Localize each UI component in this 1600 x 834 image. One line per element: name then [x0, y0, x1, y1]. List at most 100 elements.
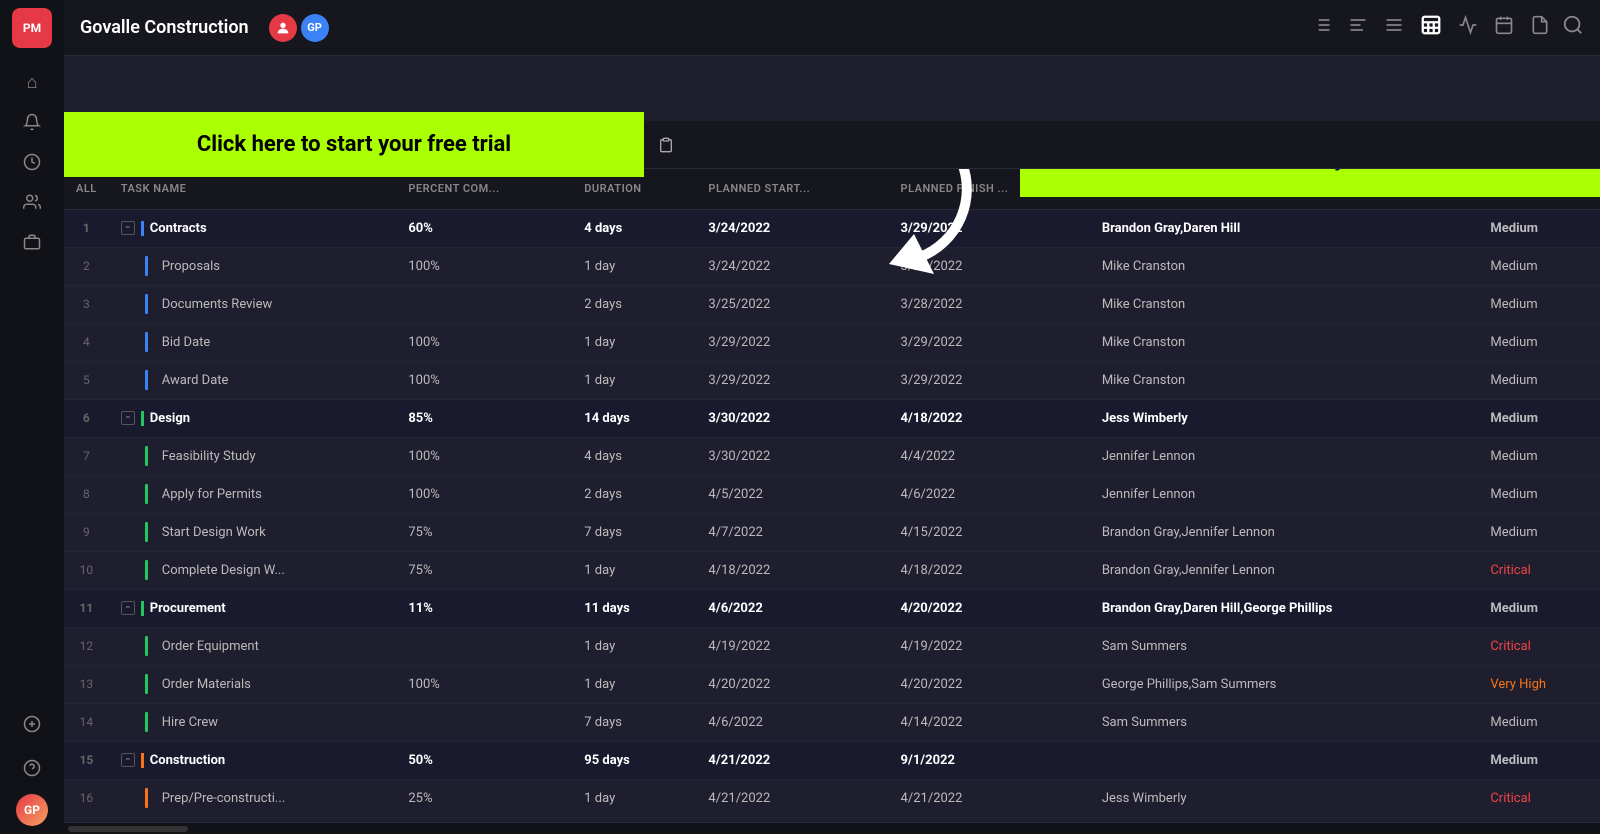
task-priority: Medium [1478, 703, 1600, 741]
table-row[interactable]: 15 − Construction 50% 95 days 4/21/2022 … [64, 741, 1600, 779]
group-toggle[interactable]: − [121, 601, 135, 615]
task-name-cell[interactable]: − Construction [109, 741, 397, 779]
task-percent: 100% [396, 437, 572, 475]
table-row[interactable]: 4 Bid Date 100% 1 day 3/29/2022 3/29/202… [64, 323, 1600, 361]
task-finish: 4/15/2022 [889, 513, 1090, 551]
task-priority: Critical [1478, 627, 1600, 665]
sidebar-item-notifications[interactable] [14, 104, 50, 140]
task-duration: 7 days [572, 513, 696, 551]
task-name: Construction [141, 753, 226, 768]
task-finish: 4/20/2022 [889, 589, 1090, 627]
task-assigned: Sam Summers [1090, 627, 1479, 665]
task-name-cell[interactable]: Proposals [109, 247, 397, 285]
task-name-cell[interactable]: − Design [109, 399, 397, 437]
task-finish: 3/29/2022 [889, 323, 1090, 361]
task-name-cell[interactable]: Award Date [109, 361, 397, 399]
app-logo[interactable]: PM [12, 8, 52, 48]
task-name-cell[interactable]: Start Design Work [109, 513, 397, 551]
task-name-cell[interactable]: Hire Crew [109, 703, 397, 741]
horizontal-scrollbar[interactable] [64, 822, 1600, 834]
task-name-cell[interactable]: Feasibility Study [109, 437, 397, 475]
pulse-view-icon[interactable] [1458, 15, 1478, 40]
sidebar-item-time[interactable] [14, 144, 50, 180]
task-name-cell[interactable]: − Contracts [109, 209, 397, 247]
row-id: 13 [64, 665, 109, 703]
task-name: Documents Review [162, 297, 273, 312]
table-row[interactable]: 13 Order Materials 100% 1 day 4/20/2022 … [64, 665, 1600, 703]
doc-view-icon[interactable] [1530, 15, 1550, 40]
task-start: 3/29/2022 [696, 323, 888, 361]
table-row[interactable]: 7 Feasibility Study 100% 4 days 3/30/202… [64, 437, 1600, 475]
task-start: 4/6/2022 [696, 703, 888, 741]
list-view-icon[interactable] [1312, 15, 1332, 40]
task-name-cell[interactable]: Apply for Permits [109, 475, 397, 513]
filter-view-icon[interactable] [1384, 15, 1404, 40]
sidebar-item-help[interactable] [14, 750, 50, 786]
trial-banner-overlay[interactable]: Click here to start your free trial [1020, 169, 1600, 197]
task-start: 4/19/2022 [696, 627, 888, 665]
group-toggle[interactable]: − [121, 221, 135, 235]
table-row[interactable]: 3 Documents Review 2 days 3/25/2022 3/28… [64, 285, 1600, 323]
task-duration: 1 day [572, 779, 696, 817]
group-toggle[interactable]: − [121, 753, 135, 767]
paste-button[interactable] [651, 130, 681, 160]
sidebar-item-users[interactable] [14, 184, 50, 220]
task-color-bar [145, 484, 148, 504]
task-finish: 4/18/2022 [889, 399, 1090, 437]
task-assigned: Mike Cranston [1090, 323, 1479, 361]
row-id: 14 [64, 703, 109, 741]
gantt-view-icon[interactable] [1348, 15, 1368, 40]
table-row[interactable]: 14 Hire Crew 7 days 4/6/2022 4/14/2022 S… [64, 703, 1600, 741]
row-id: 15 [64, 741, 109, 779]
table-view-icon[interactable] [1420, 14, 1442, 41]
task-start: 3/29/2022 [696, 361, 888, 399]
table-row[interactable]: 10 Complete Design W... 75% 1 day 4/18/2… [64, 551, 1600, 589]
task-finish: 4/4/2022 [889, 437, 1090, 475]
task-name: Order Materials [162, 677, 251, 692]
table-row[interactable]: 8 Apply for Permits 100% 2 days 4/5/2022… [64, 475, 1600, 513]
task-name-cell[interactable]: Order Materials [109, 665, 397, 703]
sidebar-item-add[interactable] [14, 706, 50, 742]
task-start: 3/30/2022 [696, 437, 888, 475]
task-duration: 2 days [572, 475, 696, 513]
avatar-1[interactable] [269, 14, 297, 42]
task-finish: 4/19/2022 [889, 627, 1090, 665]
table-row[interactable]: 12 Order Equipment 1 day 4/19/2022 4/19/… [64, 627, 1600, 665]
task-percent [396, 285, 572, 323]
table-row[interactable]: 16 Prep/Pre-constructi... 25% 1 day 4/21… [64, 779, 1600, 817]
row-id: 6 [64, 399, 109, 437]
task-table: ALL TASK NAME PERCENT COM... DURATION PL… [64, 169, 1600, 822]
trial-banner[interactable]: Click here to start your free trial [64, 112, 644, 177]
group-toggle[interactable]: − [121, 411, 135, 425]
table-row[interactable]: 2 Proposals 100% 1 day 3/24/2022 3/24/20… [64, 247, 1600, 285]
task-name: Complete Design W... [162, 563, 285, 578]
table-row[interactable]: 11 − Procurement 11% 11 days 4/6/2022 4/… [64, 589, 1600, 627]
task-name-cell[interactable]: − Procurement [109, 589, 397, 627]
task-start: 4/18/2022 [696, 551, 888, 589]
sidebar-item-home[interactable]: ⌂ [14, 64, 50, 100]
task-name-cell[interactable]: Documents Review [109, 285, 397, 323]
table-row[interactable]: 5 Award Date 100% 1 day 3/29/2022 3/29/2… [64, 361, 1600, 399]
user-avatar-bottom[interactable]: GP [16, 794, 48, 826]
row-id: 10 [64, 551, 109, 589]
task-finish: 3/28/2022 [889, 285, 1090, 323]
row-id: 2 [64, 247, 109, 285]
task-name-cell[interactable]: Bid Date [109, 323, 397, 361]
table-row[interactable]: 6 − Design 85% 14 days 3/30/2022 4/18/20… [64, 399, 1600, 437]
task-color-bar [145, 446, 148, 466]
task-name-cell[interactable]: Complete Design W... [109, 551, 397, 589]
task-name: Contracts [141, 221, 207, 236]
task-priority: Medium [1478, 513, 1600, 551]
table-row[interactable]: 1 − Contracts 60% 4 days 3/24/2022 3/29/… [64, 209, 1600, 247]
task-priority: Medium [1478, 437, 1600, 475]
task-start: 4/5/2022 [696, 475, 888, 513]
avatar-2[interactable]: GP [301, 14, 329, 42]
sidebar-item-briefcase[interactable] [14, 224, 50, 260]
task-name-cell[interactable]: Order Equipment [109, 627, 397, 665]
calendar-view-icon[interactable] [1494, 15, 1514, 40]
search-icon[interactable] [1562, 14, 1584, 41]
table-row[interactable]: 9 Start Design Work 75% 7 days 4/7/2022 … [64, 513, 1600, 551]
task-finish: 4/18/2022 [889, 551, 1090, 589]
task-start: 4/6/2022 [696, 589, 888, 627]
task-name-cell[interactable]: Prep/Pre-constructi... [109, 779, 397, 817]
